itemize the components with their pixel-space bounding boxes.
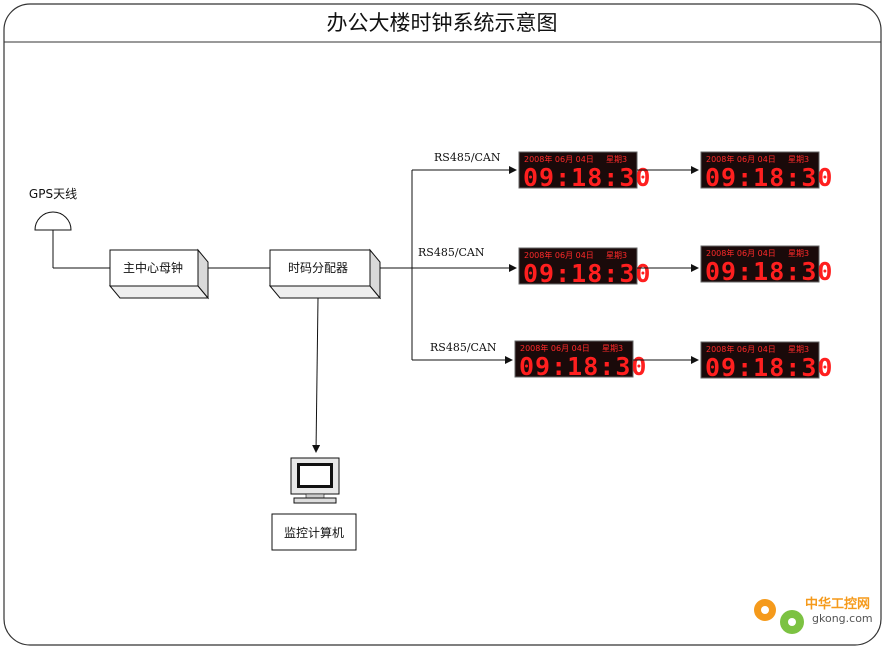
monitor-pc-label: 监控计算机 (284, 525, 344, 540)
gps-antenna-label: GPS天线 (29, 187, 77, 201)
svg-text:09:18:30: 09:18:30 (705, 163, 833, 192)
clock-display-r3-right: 2008年 06月 04日 星期3 09:18:30 (700, 341, 833, 382)
watermark-site: gkong.com (812, 612, 873, 625)
svg-text:09:18:30: 09:18:30 (705, 257, 833, 286)
clock-system-diagram: 办公大楼时钟系统示意图 GPS天线 主中心母钟 时码分配器 监控计算机 RS48… (3, 3, 882, 646)
bus-label-row-1: RS485/CAN (434, 151, 501, 164)
clock-display-r1-left: 2008年 06月 04日 星期3 09:18:30 (518, 151, 651, 192)
clock-display-r2-right: 2008年 06月 04日 星期3 09:18:30 (700, 245, 833, 286)
svg-text:09:18:30: 09:18:30 (705, 353, 833, 382)
distributor-label: 时码分配器 (288, 261, 348, 275)
svg-text:09:18:30: 09:18:30 (523, 259, 651, 288)
diagram-title: 办公大楼时钟系统示意图 (327, 11, 558, 35)
bus-label-row-3: RS485/CAN (430, 341, 497, 354)
clock-display-r3-left: 2008年 06月 04日 星期3 09:18:30 (514, 340, 647, 381)
bus-label-row-2: RS485/CAN (418, 246, 485, 259)
watermark-name: 中华工控网 (805, 596, 870, 612)
clock-display-r2-left: 2008年 06月 04日 星期3 09:18:30 (518, 247, 651, 288)
clock-display-r1-right: 2008年 06月 04日 星期3 09:18:30 (700, 151, 833, 192)
master-clock-box: 主中心母钟 (108, 248, 210, 300)
svg-text:09:18:30: 09:18:30 (523, 163, 651, 192)
distributor-box: 时码分配器 (268, 248, 382, 300)
outer-frame (3, 3, 882, 646)
svg-text:09:18:30: 09:18:30 (519, 352, 647, 381)
master-clock-label: 主中心母钟 (123, 260, 183, 275)
